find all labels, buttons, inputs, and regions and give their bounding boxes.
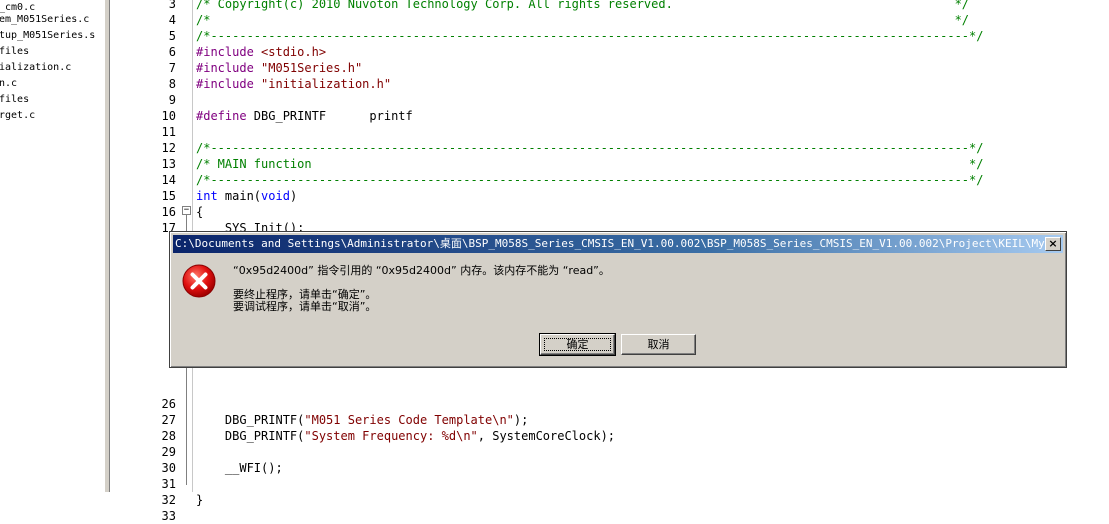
code-token: ) — [289, 189, 298, 203]
code-token: "initialization.h" — [261, 77, 392, 91]
line-number: 27 — [161, 413, 176, 427]
line-number — [110, 380, 176, 396]
line-number — [110, 252, 176, 268]
cancel-button[interactable]: 取消 — [621, 334, 696, 355]
code-token: #include — [196, 45, 262, 59]
code-line[interactable]: #define DBG_PRINTF printf — [196, 108, 413, 124]
line-number: 6 — [168, 45, 176, 59]
code-token: } — [196, 493, 204, 507]
line-number: 13 — [161, 157, 176, 171]
line-number: 1 — [110, 236, 176, 252]
line-number — [110, 332, 176, 348]
line-number — [110, 316, 176, 332]
code-token: /*--------------------------------------… — [196, 141, 984, 155]
line-number — [110, 300, 176, 316]
code-line[interactable]: #include "M051Series.h" — [196, 60, 362, 76]
line-number — [110, 364, 176, 380]
file-tree-item[interactable]: n.c — [0, 76, 17, 92]
code-line[interactable]: { — [196, 204, 203, 220]
file-tree-item[interactable]: files — [0, 44, 29, 60]
code-token: /*--------------------------------------… — [196, 29, 984, 43]
code-line[interactable]: #include "initialization.h" — [196, 76, 391, 92]
line-number: 9 — [168, 93, 176, 107]
code-token: DBG_PRINTF printf — [253, 109, 413, 123]
code-token: "M051 Series Code Template\n" — [304, 413, 514, 427]
line-number: 4 — [168, 13, 176, 27]
code-token: void — [261, 189, 290, 203]
code-token: #define — [196, 109, 254, 123]
ok-button-label: 确定 — [566, 338, 589, 351]
code-token: DBG_PRINTF( — [196, 413, 305, 427]
code-token: ); — [513, 413, 529, 427]
code-line[interactable]: /*--------------------------------------… — [196, 172, 983, 188]
dialog-titlebar[interactable]: C:\Documents and Settings\Administrator\… — [173, 235, 1063, 253]
code-token: "M051Series.h" — [261, 61, 363, 75]
line-number: 5 — [168, 29, 176, 43]
line-number: 28 — [161, 429, 176, 443]
line-number: 32 — [161, 493, 176, 507]
error-dialog: C:\Documents and Settings\Administrator\… — [169, 231, 1067, 368]
line-number: 10 — [161, 109, 176, 123]
code-token: int — [196, 189, 225, 203]
line-number — [110, 348, 176, 364]
dialog-title: C:\Documents and Settings\Administrator\… — [175, 237, 1045, 250]
line-number — [110, 284, 176, 300]
line-number: 12 — [161, 141, 176, 155]
code-line[interactable]: /*--------------------------------------… — [196, 140, 983, 156]
file-tree-item[interactable]: tup_M051Series.s — [0, 28, 95, 44]
line-number: 8 — [168, 77, 176, 91]
line-number: 17 — [161, 221, 176, 235]
debug-hint: 要调试程序，请单击“取消”。 — [233, 300, 377, 313]
file-tree-item[interactable]: files — [0, 92, 29, 108]
line-number: 31 — [161, 477, 176, 491]
file-tree-item[interactable]: em_M051Series.c — [0, 12, 89, 28]
ok-button[interactable]: 确定 — [539, 333, 616, 356]
code-token: #include — [196, 77, 262, 91]
line-number: 26 — [161, 397, 176, 411]
error-icon — [182, 264, 216, 298]
code-line[interactable]: DBG_PRINTF("M051 Series Code Template\n"… — [196, 412, 528, 428]
code-line[interactable]: /* */ — [196, 12, 969, 28]
code-token: "System Frequency: %d\n" — [304, 429, 478, 443]
code-line[interactable]: __WFI(); — [196, 460, 283, 476]
close-button[interactable]: × — [1045, 237, 1061, 251]
code-line[interactable]: } — [196, 492, 203, 508]
line-number: 29 — [161, 445, 176, 459]
project-file-tree: _cm0.c em_M051Series.c tup_M051Series.s fil… — [0, 0, 104, 492]
code-token: /* Copyright(c) 2010 Nuvoton Technology … — [196, 0, 970, 11]
line-number: 33 — [161, 509, 176, 523]
line-number: 14 — [161, 173, 176, 187]
code-line[interactable]: DBG_PRINTF("System Frequency: %d\n", Sys… — [196, 428, 615, 444]
line-number: 3 — [168, 0, 176, 11]
line-number — [110, 268, 176, 284]
file-tree-item[interactable]: ialization.c — [0, 60, 71, 76]
line-number: 30 — [161, 461, 176, 475]
code-line[interactable]: /* MAIN function */ — [196, 156, 983, 172]
code-token: /*--------------------------------------… — [196, 173, 984, 187]
code-token: , SystemCoreClock); — [477, 429, 616, 443]
code-line[interactable]: /*--------------------------------------… — [196, 28, 983, 44]
file-tree-item[interactable]: rget.c — [0, 108, 35, 124]
line-number: 7 — [168, 61, 176, 75]
line-number: 16 — [161, 205, 176, 219]
code-line[interactable]: int main(void) — [196, 188, 297, 204]
code-token: /* MAIN function */ — [196, 157, 984, 171]
code-token: __WFI(); — [196, 461, 283, 475]
code-token: DBG_PRINTF( — [196, 429, 305, 443]
code-token: /* */ — [196, 13, 970, 27]
line-number: 15 — [161, 189, 176, 203]
code-line[interactable]: #include <stdio.h> — [196, 44, 326, 60]
code-token: <stdio.h> — [261, 45, 327, 59]
error-message: “0x95d2400d” 指令引用的 “0x95d2400d” 内存。该内存不能… — [233, 264, 610, 277]
code-token: main( — [224, 189, 262, 203]
line-number: 11 — [161, 125, 176, 139]
code-token: { — [196, 205, 204, 219]
code-token: #include — [196, 61, 262, 75]
code-line[interactable]: /* Copyright(c) 2010 Nuvoton Technology … — [196, 0, 969, 12]
fold-collapse-icon[interactable]: − — [182, 206, 191, 215]
